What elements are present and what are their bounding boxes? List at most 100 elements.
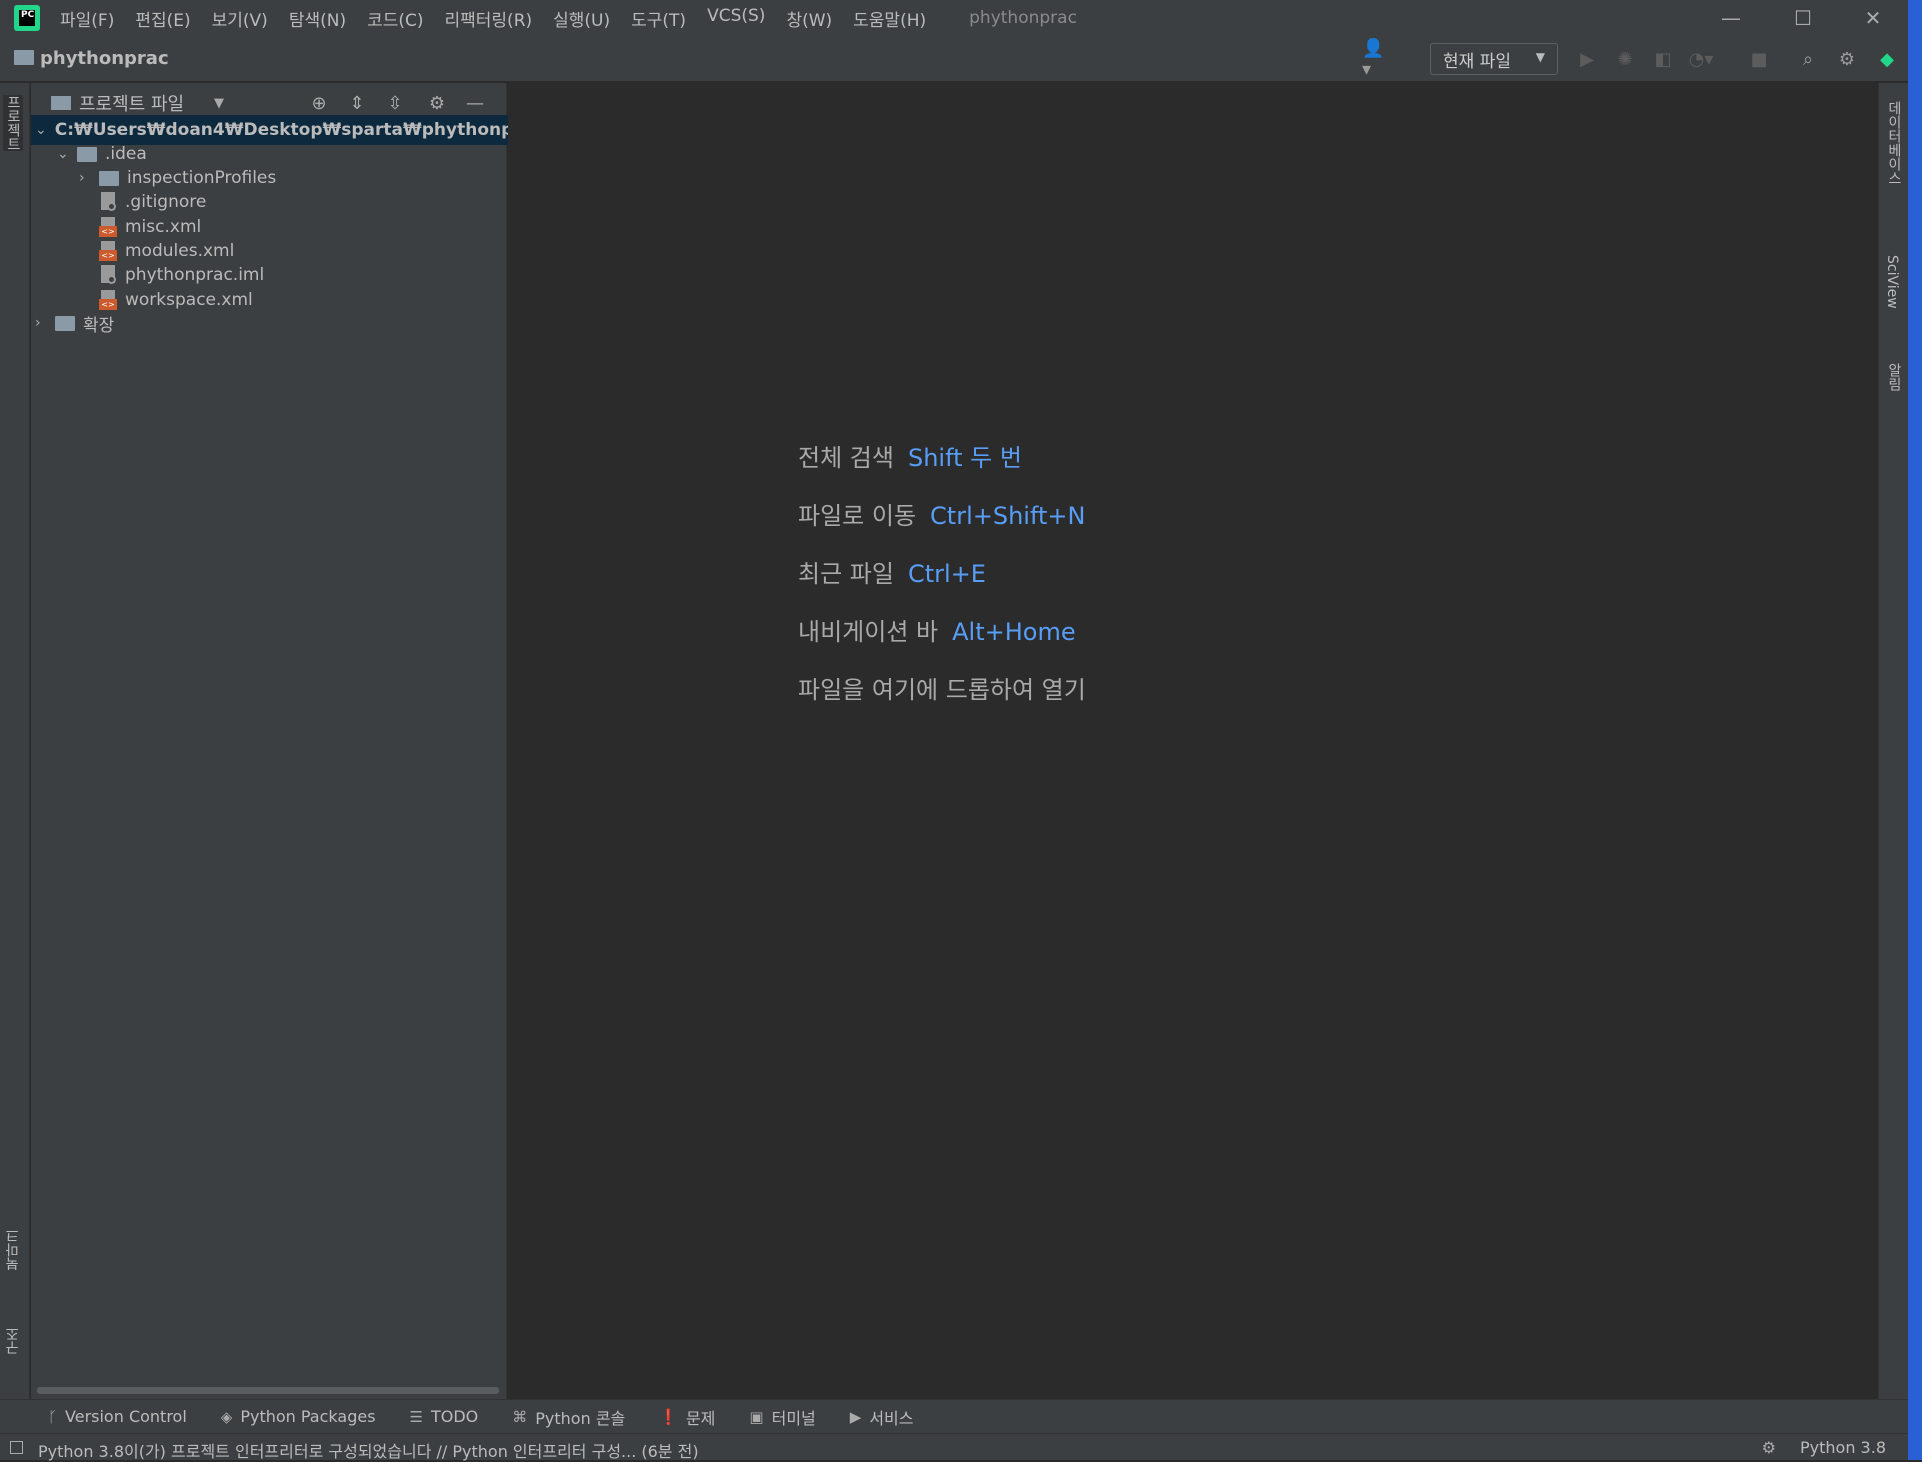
warning-icon: ❗ (659, 1407, 678, 1426)
window-title: phythonprac (969, 8, 1077, 28)
tool-window-label: 문제 (685, 1408, 716, 1428)
folder-icon (14, 50, 34, 65)
branch-icon: ᚴ (48, 1407, 58, 1426)
tool-window-python[interactable]: ⌘ Python 콘솔 (512, 1405, 625, 1429)
breadcrumb-project[interactable]: phythonprac (40, 48, 169, 69)
editor-hint: 전체 검색 Shift 두 번 (798, 438, 1022, 473)
xml-file-icon (99, 290, 117, 310)
menu-item[interactable]: 도구(T) (631, 6, 686, 31)
chevron-right-icon[interactable]: › (35, 315, 55, 331)
menu-item[interactable]: 도움말(H) (853, 6, 926, 31)
tool-window-warning[interactable]: ❗ 문제 (659, 1405, 715, 1429)
tab-database[interactable]: 데이터베이스 (1884, 101, 1904, 185)
stop-icon[interactable]: ■ (1746, 46, 1772, 72)
editor-hint: 파일로 이동 Ctrl+Shift+N (798, 496, 1085, 531)
folder-icon (55, 315, 75, 331)
python-interpreter-icon: ⚙ (1761, 1438, 1776, 1457)
minimize-button[interactable]: — (1700, 0, 1762, 36)
layers-icon: ◈ (220, 1407, 233, 1426)
hide-icon[interactable]: — (463, 91, 487, 115)
tool-window-label: 서비스 (869, 1408, 914, 1428)
xml-file-icon (99, 217, 117, 237)
maximize-button[interactable]: ☐ (1772, 0, 1834, 36)
status-bar: Python 3.8이(가) 프로젝트 인터프리터로 구성되었습니다 // Py… (0, 1433, 1908, 1462)
tab-project[interactable]: 프로젝트 (3, 95, 23, 151)
python-icon: ⌘ (512, 1407, 528, 1426)
menu-item[interactable]: 실행(U) (553, 6, 610, 31)
play-circle-icon: ▶ (849, 1407, 862, 1426)
menu-item[interactable]: 창(W) (786, 6, 832, 31)
tree-item-label: C:₩Users₩doan4₩Desktop₩sparta₩phythonpra… (54, 120, 544, 140)
tool-window-play-circle[interactable]: ▶ 서비스 (850, 1405, 914, 1429)
bottom-tool-bar: ᚴ Version Control ◈ Python Packages ☰ TODO ⌘ Py… (0, 1399, 1908, 1433)
xml-file-icon (99, 241, 117, 261)
tool-window-label: Python Packages (240, 1407, 376, 1426)
chevron-down-icon[interactable]: ⌄ (35, 122, 47, 138)
tree-item-label: .gitignore (125, 192, 207, 212)
hint-label: 최근 파일 (798, 560, 894, 588)
menu-item[interactable]: VCS(S) (707, 6, 765, 31)
tool-window-label: Python 콘솔 (535, 1408, 626, 1428)
project-panel: 프로젝트 파일 ▼ ⊕ ⇕ ⇳ ⚙ — ⌄ C:₩Users₩doan4₩Desk… (31, 83, 543, 1399)
menu-item[interactable]: 탐색(N) (289, 6, 346, 31)
hint-shortcut: Alt+Home (952, 618, 1076, 646)
chevron-down-icon[interactable]: ⌄ (57, 146, 77, 162)
chevron-right-icon[interactable]: › (79, 170, 99, 186)
close-button[interactable]: ✕ (1842, 0, 1904, 36)
gear-icon[interactable]: ⚙ (425, 91, 449, 115)
profile-icon[interactable]: ◔▾ (1688, 46, 1714, 72)
menu-item[interactable]: 보기(V) (212, 6, 268, 31)
menu-item[interactable]: 코드(C) (367, 6, 423, 31)
tree-item-label: misc.xml (125, 217, 202, 237)
status-message[interactable]: Python 3.8이(가) 프로젝트 인터프리터로 구성되었습니다 // Py… (38, 1438, 699, 1462)
title-bar: PC 파일(F) 편집(E) 보기(V) 탐색(N) 코드(C) 리팩터링(R) 실행(U)… (0, 0, 1922, 36)
navigation-bar: phythonprac 👤▾ 현재 파일 ▶ ✺ ◧ ◔▾ ■ ⌕ ⚙ ◆ (0, 36, 1922, 82)
hint-shortcut: Shift 두 번 (907, 444, 1022, 472)
tree-item[interactable]: › 확장 (31, 308, 114, 338)
jetbrains-logo-icon[interactable]: ◆ (1874, 46, 1900, 72)
tab-notifications[interactable]: 알림 (1884, 363, 1904, 391)
search-icon[interactable]: ⌕ (1795, 46, 1821, 72)
menu-item[interactable]: 파일(F) (60, 6, 114, 31)
hint-shortcut: Ctrl+E (907, 560, 986, 588)
hint-shortcut: Ctrl+Shift+N (930, 502, 1086, 530)
chevron-down-icon[interactable]: ▼ (207, 91, 231, 115)
tree-item-label: modules.xml (125, 241, 235, 261)
locate-icon[interactable]: ⊕ (307, 91, 331, 115)
tool-window-label: TODO (430, 1407, 479, 1426)
menu-item[interactable]: 리팩터링(R) (445, 6, 533, 31)
tool-window-branch[interactable]: ᚴ Version Control (48, 1407, 187, 1426)
gear-icon[interactable]: ⚙ (1834, 46, 1860, 72)
menu-item[interactable]: 편집(E) (135, 6, 190, 31)
tool-window-terminal[interactable]: ▣ 터미널 (749, 1405, 815, 1429)
tab-bookmarks[interactable]: 북마크 (3, 1229, 23, 1271)
folder-icon (77, 146, 97, 162)
debug-icon[interactable]: ✺ (1612, 46, 1638, 72)
left-tool-stripe: 프로젝트 북마크 구조 (0, 83, 30, 1399)
expand-all-icon[interactable]: ⇕ (345, 91, 369, 115)
folder-icon (99, 170, 119, 186)
user-icon[interactable]: 👤▾ (1362, 38, 1388, 80)
folder-icon (51, 96, 71, 110)
toggle-tool-windows-icon[interactable] (10, 1441, 23, 1454)
hint-label: 파일로 이동 (798, 502, 917, 530)
coverage-icon[interactable]: ◧ (1650, 46, 1676, 72)
hint-label: 전체 검색 (798, 444, 894, 472)
tab-sciview[interactable]: SciView (1884, 255, 1900, 309)
right-tool-stripe: 데이터베이스 SciView 알림 (1878, 83, 1908, 1399)
run-icon[interactable]: ▶ (1574, 46, 1600, 72)
file-icon (99, 192, 117, 212)
horizontal-scrollbar[interactable] (37, 1387, 499, 1394)
collapse-all-icon[interactable]: ⇳ (383, 91, 407, 115)
interpreter-selector[interactable]: Python 3.8 (1800, 1438, 1886, 1457)
editor-hint: 내비게이션 바 Alt+Home (798, 612, 1076, 647)
tool-window-label: Version Control (65, 1407, 187, 1426)
project-view-selector[interactable]: 프로젝트 파일 (79, 90, 184, 116)
tool-window-list[interactable]: ☰ TODO (410, 1407, 479, 1426)
tool-window-label: 터미널 (771, 1408, 816, 1428)
tool-window-layers[interactable]: ◈ Python Packages (221, 1407, 376, 1426)
tab-structure[interactable]: 구조 (3, 1327, 23, 1355)
desktop-edge (1908, 0, 1922, 1460)
run-config-dropdown[interactable]: 현재 파일 (1430, 43, 1558, 75)
editor-area: 전체 검색 Shift 두 번파일로 이동 Ctrl+Shift+N 최근 파일 Ctr… (508, 83, 1878, 1399)
